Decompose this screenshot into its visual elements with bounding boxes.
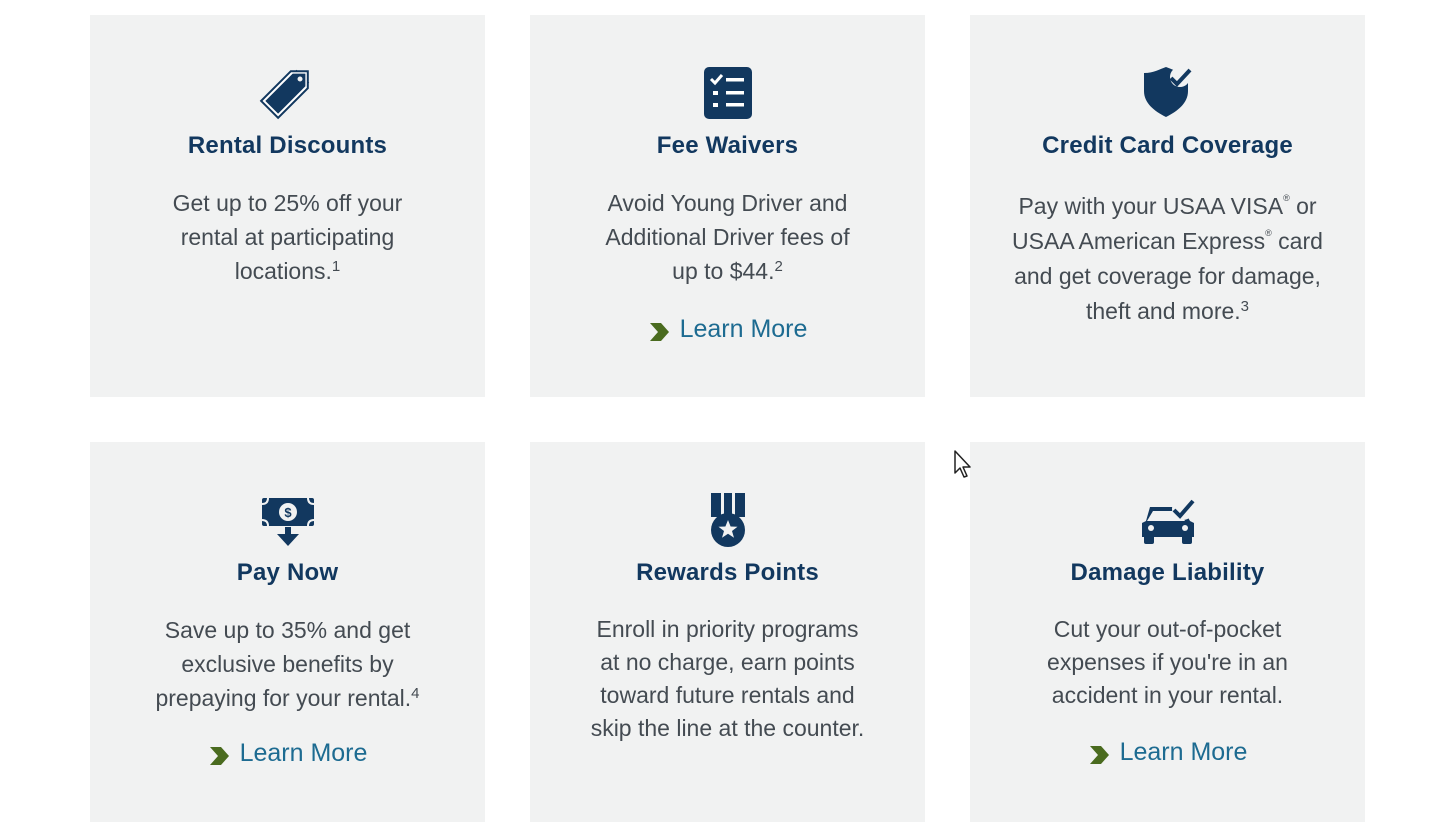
money-download-icon: $ (258, 494, 318, 550)
card-title: Pay Now (236, 559, 339, 586)
desc-line: Additional Driver fees of (605, 224, 850, 250)
card-credit-card-coverage: Credit Card Coverage Pay with your USAA … (970, 15, 1365, 397)
card-description: Avoid Young Driver and Additional Driver… (563, 186, 893, 288)
card-description: Save up to 35% and get exclusive benefit… (123, 613, 453, 715)
card-description: Pay with your USAA VISA® or USAA America… (993, 189, 1343, 329)
card-title: Damage Liability (1070, 559, 1265, 586)
desc-line: theft and more. (1085, 298, 1241, 324)
card-title: Rewards Points (636, 559, 819, 586)
card-description: Get up to 25% off your rental at partici… (123, 186, 453, 288)
desc-line: and get coverage for damage, (1014, 263, 1321, 289)
car-check-icon (1138, 494, 1198, 550)
desc-line: accident in your rental. (1051, 682, 1284, 708)
card-title: Rental Discounts (187, 132, 388, 159)
chevron-right-icon (1089, 745, 1109, 764)
footnote-marker[interactable]: 3 (1241, 298, 1249, 315)
chevron-right-icon (649, 322, 669, 341)
medal-star-icon (698, 492, 758, 548)
desc-line: up to $44. (672, 258, 775, 284)
price-tag-icon (258, 63, 318, 120)
footnote-marker[interactable]: 2 (774, 258, 782, 275)
learn-more-label[interactable]: Learn More (680, 315, 808, 344)
checklist-icon (698, 65, 758, 121)
footnote-marker[interactable]: 1 (332, 258, 340, 275)
desc-line: or (1289, 193, 1317, 219)
card-title: Fee Waivers (656, 132, 799, 159)
desc-line: Enroll in priority programs (596, 616, 859, 642)
learn-more-label[interactable]: Learn More (1120, 738, 1248, 767)
desc-line: Pay with your USAA VISA (1018, 193, 1284, 219)
card-rental-discounts: Rental Discounts Get up to 25% off your … (90, 15, 485, 397)
desc-line: Save up to 35% and get (164, 617, 411, 643)
desc-line: expenses if you're in an (1047, 649, 1288, 675)
card-title: Credit Card Coverage (1042, 132, 1293, 159)
card-damage-liability: Damage Liability Cut your out-of-pocket … (970, 442, 1365, 822)
mouse-cursor-icon (954, 450, 971, 478)
card-description: Enroll in priority programs at no charge… (558, 613, 898, 745)
card-pay-now: $ Pay Now Save up to 35% and get exclusi… (90, 442, 485, 822)
desc-line: card (1271, 228, 1323, 254)
chevron-right-icon (209, 746, 229, 765)
learn-more-link[interactable]: Learn More (970, 738, 1365, 767)
learn-more-label[interactable]: Learn More (240, 739, 368, 768)
footnote-marker[interactable]: 4 (411, 685, 419, 702)
shield-check-icon (1138, 65, 1198, 121)
card-fee-waivers: Fee Waivers Avoid Young Driver and Addit… (530, 15, 925, 397)
desc-line: skip the line at the counter. (590, 715, 865, 741)
learn-more-link[interactable]: Learn More (530, 315, 925, 344)
desc-line: prepaying for your rental. (155, 685, 412, 711)
card-rewards-points: Rewards Points Enroll in priority progra… (530, 442, 925, 822)
desc-line: toward future rentals and (600, 682, 855, 708)
desc-line: Get up to 25% off your (172, 190, 403, 216)
card-description: Cut your out-of-pocket expenses if you'r… (1003, 613, 1333, 712)
desc-line: exclusive benefits by (181, 651, 394, 677)
learn-more-link[interactable]: Learn More (90, 739, 485, 768)
desc-line: rental at participating (180, 224, 395, 250)
svg-text:$: $ (284, 505, 292, 520)
desc-line: USAA American Express (1012, 228, 1266, 254)
desc-line: Avoid Young Driver and (607, 190, 848, 216)
desc-line: locations. (234, 258, 332, 284)
desc-line: at no charge, earn points (600, 649, 855, 675)
desc-line: Cut your out-of-pocket (1053, 616, 1282, 642)
